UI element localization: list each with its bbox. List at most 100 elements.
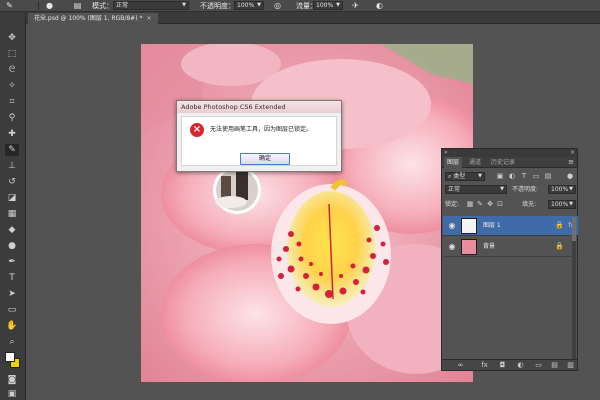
- quick-select-tool-icon[interactable]: ✧: [5, 80, 19, 92]
- flow-field[interactable]: 100% ▼: [313, 1, 343, 10]
- layer-thumbnail: [461, 218, 477, 234]
- panel-tabs: 图层 通道 历史记录 ≡: [442, 157, 577, 168]
- brush-tool-preset-icon[interactable]: ✎: [4, 1, 15, 11]
- filter-shape-icon[interactable]: ▭: [532, 172, 540, 181]
- flow-value: 100%: [316, 2, 334, 9]
- add-mask-icon[interactable]: ◘: [498, 361, 507, 370]
- layers-scrollbar[interactable]: [572, 217, 576, 359]
- chevron-down-icon: ▼: [257, 2, 261, 8]
- collapse-icon[interactable]: «: [444, 149, 448, 157]
- history-brush-tool-icon[interactable]: ↺: [5, 176, 19, 188]
- layers-panel: « × 图层 通道 历史记录 ≡ ⌕ 类型 ▼ ▣ ◐ T ▭ ▤ ● 正常 ▼…: [441, 148, 578, 371]
- panel-header-strip: « ×: [442, 149, 577, 157]
- shape-tool-icon[interactable]: ▭: [5, 304, 19, 316]
- mode-value: 正常: [116, 2, 129, 9]
- zoom-tool-icon[interactable]: ⌕: [5, 336, 19, 348]
- chevron-down-icon: ▼: [569, 201, 573, 207]
- filter-adjustment-icon[interactable]: ◐: [508, 172, 516, 181]
- lock-transparent-icon[interactable]: ▦: [466, 200, 474, 209]
- ok-button[interactable]: 确定: [240, 153, 290, 165]
- lock-image-icon[interactable]: ✎: [476, 200, 484, 209]
- pressure-opacity-icon[interactable]: ◎: [272, 1, 283, 11]
- fill-label: 填充:: [522, 201, 537, 208]
- layer-name[interactable]: 背景: [483, 242, 495, 251]
- tab-layers[interactable]: 图层: [444, 157, 463, 168]
- pen-tool-icon[interactable]: ✒: [5, 256, 19, 268]
- document-canvas[interactable]: [141, 44, 473, 382]
- layers-bottom-bar: ∞ fx ◘ ◐ ▭ ▤ ▥: [442, 359, 577, 370]
- layer-opacity-label: 不透明度:: [512, 186, 539, 193]
- lock-row: 锁定: ▦ ✎ ✥ ⊡ 填充: 100% ▼: [442, 198, 577, 210]
- eye-icon[interactable]: ◉: [447, 242, 457, 252]
- fill-field[interactable]: 100% ▼: [548, 200, 576, 209]
- blur-tool-icon[interactable]: ◆: [5, 224, 19, 236]
- filter-kind-select[interactable]: ⌕ 类型 ▼: [445, 172, 485, 181]
- dodge-tool-icon[interactable]: ●: [5, 240, 19, 252]
- pressure-size-icon[interactable]: ◐: [374, 1, 385, 11]
- tab-channels[interactable]: 通道: [466, 157, 484, 168]
- dialog-message: 无法使用画笔工具，因为图层已锁定。: [210, 126, 313, 133]
- opacity-value: 100%: [237, 2, 255, 9]
- filter-kind-value: 类型: [453, 173, 466, 180]
- layer-opacity-field[interactable]: 100% ▼: [548, 185, 576, 194]
- foreground-color-swatch[interactable]: [5, 352, 15, 362]
- gradient-tool-icon[interactable]: ▦: [5, 208, 19, 220]
- close-icon[interactable]: ×: [146, 15, 151, 22]
- add-style-icon[interactable]: fx: [480, 361, 489, 370]
- hand-tool-icon[interactable]: ✋: [5, 320, 19, 332]
- mode-label: 模式：: [92, 2, 113, 10]
- chevron-down-icon: ▼: [182, 2, 186, 8]
- toolbox: ✥ ⬚ ᘓ ✧ ⌗ ⚲ ✚ ✎ ⊥ ↺ ◪ ▦ ◆ ● ✒ T ➤ ▭ ✋ ⌕ …: [0, 12, 26, 400]
- fill-value: 100%: [551, 201, 569, 208]
- layer-opacity-value: 100%: [551, 186, 569, 193]
- mode-select[interactable]: 正常 ▼: [113, 1, 189, 10]
- filter-pixel-icon[interactable]: ▣: [496, 172, 504, 181]
- lock-label: 锁定:: [445, 201, 460, 208]
- lock-all-icon[interactable]: ⊡: [496, 200, 504, 209]
- right-panel-strip: [578, 24, 600, 400]
- blend-mode-select[interactable]: 正常 ▼: [445, 185, 507, 194]
- screen-mode-icon[interactable]: ▣: [5, 388, 19, 400]
- link-layers-icon[interactable]: ∞: [456, 361, 465, 370]
- new-group-icon[interactable]: ▭: [534, 361, 543, 370]
- layer-thumbnail: [461, 239, 477, 255]
- layer-name[interactable]: 图层 1: [483, 221, 501, 230]
- blend-mode-value: 正常: [448, 186, 461, 193]
- tab-history[interactable]: 历史记录: [488, 157, 518, 168]
- filter-toggle-icon[interactable]: ●: [566, 172, 574, 181]
- eyedropper-tool-icon[interactable]: ⚲: [5, 112, 19, 124]
- lock-position-icon[interactable]: ✥: [486, 200, 494, 209]
- opacity-field[interactable]: 100% ▼: [234, 1, 264, 10]
- crop-tool-icon[interactable]: ⌗: [5, 96, 19, 108]
- eye-icon[interactable]: ◉: [447, 221, 457, 231]
- filter-smart-object-icon[interactable]: ▤: [544, 172, 552, 181]
- brush-size-icon[interactable]: ●: [44, 1, 55, 11]
- healing-brush-tool-icon[interactable]: ✚: [5, 128, 19, 140]
- brush-panel-icon[interactable]: ▤: [72, 1, 83, 11]
- airbrush-icon[interactable]: ✈: [350, 1, 361, 11]
- path-select-tool-icon[interactable]: ➤: [5, 288, 19, 300]
- panel-menu-icon[interactable]: ≡: [568, 157, 574, 168]
- scrollbar-thumb[interactable]: [572, 217, 576, 241]
- move-tool-icon[interactable]: ✥: [5, 32, 19, 44]
- trash-icon[interactable]: ▥: [566, 361, 575, 370]
- marquee-tool-icon[interactable]: ⬚: [5, 48, 19, 60]
- chevron-down-icon: ▼: [336, 2, 340, 8]
- type-tool-icon[interactable]: T: [5, 272, 19, 284]
- new-layer-icon[interactable]: ▤: [550, 361, 559, 370]
- filter-type-icon[interactable]: T: [520, 172, 528, 181]
- layer-row[interactable]: ◉ 背景 🔒: [443, 237, 578, 257]
- clone-stamp-tool-icon[interactable]: ⊥: [5, 160, 19, 172]
- close-panel-icon[interactable]: ×: [570, 149, 575, 157]
- chevron-down-icon: ▼: [500, 186, 504, 192]
- document-tab-bar: 花朵.psd @ 100% (图层 1, RGB/8#) * ×: [26, 12, 600, 24]
- document-tab[interactable]: 花朵.psd @ 100% (图层 1, RGB/8#) * ×: [28, 13, 158, 24]
- layer-row[interactable]: ◉ 图层 1 🔒 fx: [443, 216, 578, 236]
- divider: [38, 2, 39, 10]
- adjustment-layer-icon[interactable]: ◐: [516, 361, 525, 370]
- lasso-tool-icon[interactable]: ᘓ: [5, 64, 19, 76]
- eraser-tool-icon[interactable]: ◪: [5, 192, 19, 204]
- quick-mask-icon[interactable]: ◙: [5, 374, 19, 386]
- brush-tool-icon[interactable]: ✎: [5, 144, 19, 156]
- filter-row: ⌕ 类型 ▼ ▣ ◐ T ▭ ▤ ●: [442, 170, 577, 182]
